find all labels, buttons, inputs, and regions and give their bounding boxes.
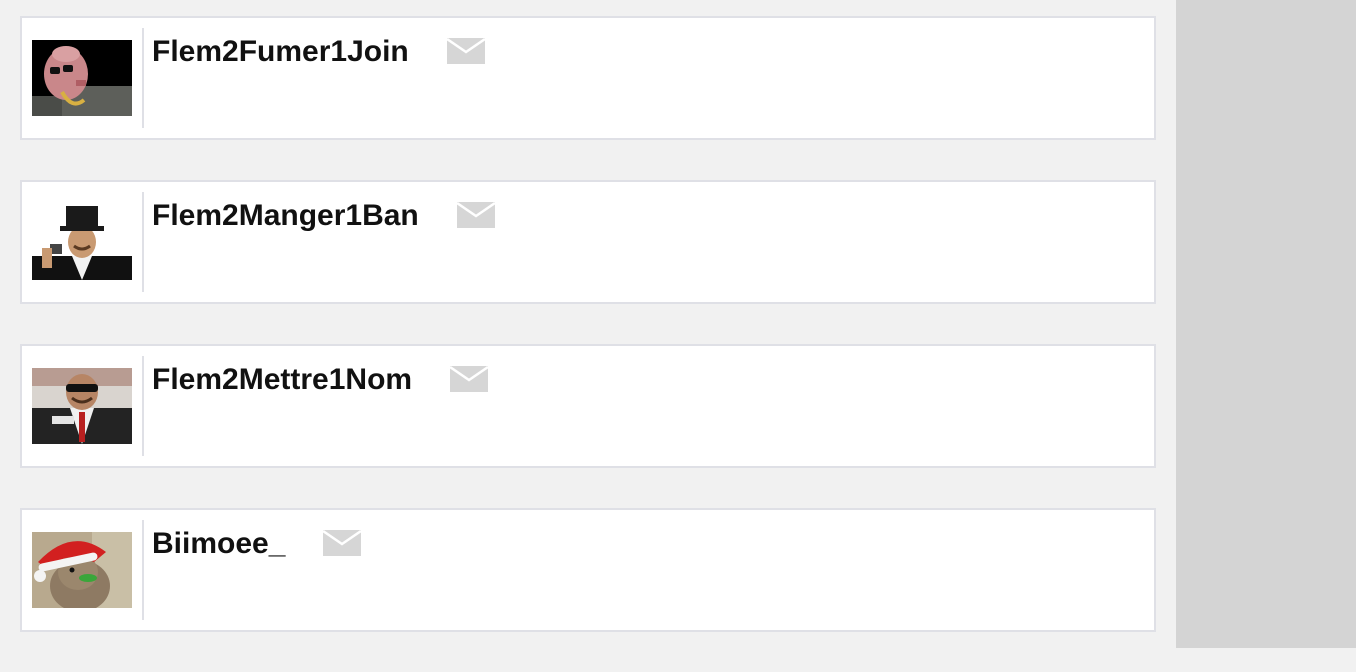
user-avatar[interactable] <box>32 532 132 608</box>
user-card: Flem2Fumer1Join <box>20 16 1156 140</box>
avatar-bald-man-sunglasses-icon <box>32 40 132 116</box>
name-row: Flem2Manger1Ban <box>152 198 495 234</box>
mail-icon[interactable] <box>323 530 362 556</box>
user-avatar[interactable] <box>32 204 132 280</box>
username[interactable]: Flem2Fumer1Join <box>152 34 409 70</box>
avatar-laughing-man-top-hat-icon <box>32 204 132 280</box>
username[interactable]: Flem2Mettre1Nom <box>152 362 412 398</box>
card-separator <box>142 192 144 292</box>
mail-icon[interactable] <box>446 38 485 64</box>
avatar-quokka-santa-hat-icon <box>32 532 132 608</box>
name-row: Biimoee_ <box>152 526 362 562</box>
user-card: Flem2Manger1Ban <box>20 180 1156 304</box>
card-separator <box>142 356 144 456</box>
user-card: Biimoee_ <box>20 508 1156 632</box>
avatar-laughing-man-sunglasses-suit-icon <box>32 368 132 444</box>
user-list: Flem2Fumer1Join Flem2Manger1Ban Flem2Met… <box>20 16 1156 672</box>
right-side-panel <box>1176 0 1356 648</box>
card-separator <box>142 28 144 128</box>
user-avatar[interactable] <box>32 368 132 444</box>
mail-icon[interactable] <box>450 366 489 392</box>
username[interactable]: Biimoee_ <box>152 526 285 562</box>
user-avatar[interactable] <box>32 40 132 116</box>
username[interactable]: Flem2Manger1Ban <box>152 198 419 234</box>
user-card: Flem2Mettre1Nom <box>20 344 1156 468</box>
mail-icon[interactable] <box>456 202 495 228</box>
name-row: Flem2Mettre1Nom <box>152 362 489 398</box>
name-row: Flem2Fumer1Join <box>152 34 485 70</box>
card-separator <box>142 520 144 620</box>
